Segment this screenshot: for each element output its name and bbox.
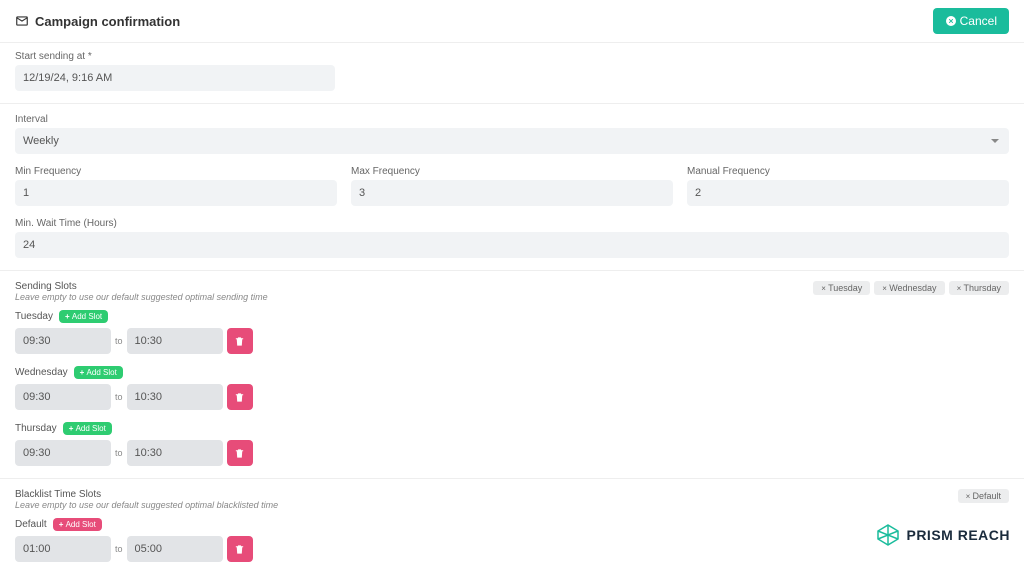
sending-slots-title: Sending Slots	[15, 281, 268, 292]
to-label: to	[115, 392, 123, 402]
min-wait-label: Min. Wait Time (Hours)	[15, 218, 1009, 229]
slot-tuesday: Tuesday Add Slot to	[15, 310, 1009, 354]
delete-slot-button[interactable]	[227, 536, 253, 562]
interval-select[interactable]	[15, 128, 1009, 154]
blacklist-slots-help: Leave empty to use our default suggested…	[15, 500, 278, 510]
delete-slot-button[interactable]	[227, 384, 253, 410]
min-wait-input[interactable]	[15, 232, 1009, 258]
max-freq-label: Max Frequency	[351, 166, 673, 177]
blacklist-slots-title: Blacklist Time Slots	[15, 489, 278, 500]
to-label: to	[115, 448, 123, 458]
manual-freq-label: Manual Frequency	[687, 166, 1009, 177]
slot-default: Default Add Slot to	[15, 518, 1009, 562]
envelope-icon	[15, 14, 29, 28]
to-label: to	[115, 544, 123, 554]
slot-day-label: Default	[15, 519, 47, 530]
slot-thursday: Thursday Add Slot to	[15, 422, 1009, 466]
interval-label: Interval	[15, 114, 1009, 125]
time-from-input[interactable]	[15, 328, 111, 354]
delete-slot-button[interactable]	[227, 440, 253, 466]
sending-slots-help: Leave empty to use our default suggested…	[15, 292, 268, 302]
brand-text: PRISM REACH	[906, 527, 1010, 543]
cancel-icon	[945, 15, 957, 27]
slot-day-label: Thursday	[15, 423, 57, 434]
page-title: Campaign confirmation	[15, 14, 180, 29]
trash-icon	[234, 336, 245, 347]
cancel-label: Cancel	[960, 14, 997, 28]
start-sending-label: Start sending at *	[15, 51, 1009, 62]
time-to-input[interactable]	[127, 384, 223, 410]
add-slot-button[interactable]: Add Slot	[74, 366, 123, 379]
brand-watermark: PRISM REACH	[876, 523, 1010, 547]
add-slot-button[interactable]: Add Slot	[53, 518, 102, 531]
max-freq-input[interactable]	[351, 180, 673, 206]
trash-icon	[234, 544, 245, 555]
day-tag-wednesday[interactable]: Wednesday	[874, 281, 944, 295]
time-to-input[interactable]	[127, 536, 223, 562]
page-title-text: Campaign confirmation	[35, 14, 180, 29]
min-freq-input[interactable]	[15, 180, 337, 206]
delete-slot-button[interactable]	[227, 328, 253, 354]
slot-day-label: Wednesday	[15, 367, 68, 378]
start-sending-input[interactable]	[15, 65, 335, 91]
trash-icon	[234, 448, 245, 459]
add-slot-button[interactable]: Add Slot	[59, 310, 108, 323]
day-tag-thursday[interactable]: Thursday	[949, 281, 1009, 295]
time-from-input[interactable]	[15, 536, 111, 562]
slot-wednesday: Wednesday Add Slot to	[15, 366, 1009, 410]
time-from-input[interactable]	[15, 440, 111, 466]
time-from-input[interactable]	[15, 384, 111, 410]
day-tag-tuesday[interactable]: Tuesday	[813, 281, 870, 295]
to-label: to	[115, 336, 123, 346]
trash-icon	[234, 392, 245, 403]
time-to-input[interactable]	[127, 440, 223, 466]
add-slot-button[interactable]: Add Slot	[63, 422, 112, 435]
time-to-input[interactable]	[127, 328, 223, 354]
cancel-button[interactable]: Cancel	[933, 8, 1009, 34]
manual-freq-input[interactable]	[687, 180, 1009, 206]
min-freq-label: Min Frequency	[15, 166, 337, 177]
day-tag-default[interactable]: Default	[958, 489, 1009, 503]
slot-day-label: Tuesday	[15, 311, 53, 322]
prism-reach-logo-icon	[876, 523, 900, 547]
